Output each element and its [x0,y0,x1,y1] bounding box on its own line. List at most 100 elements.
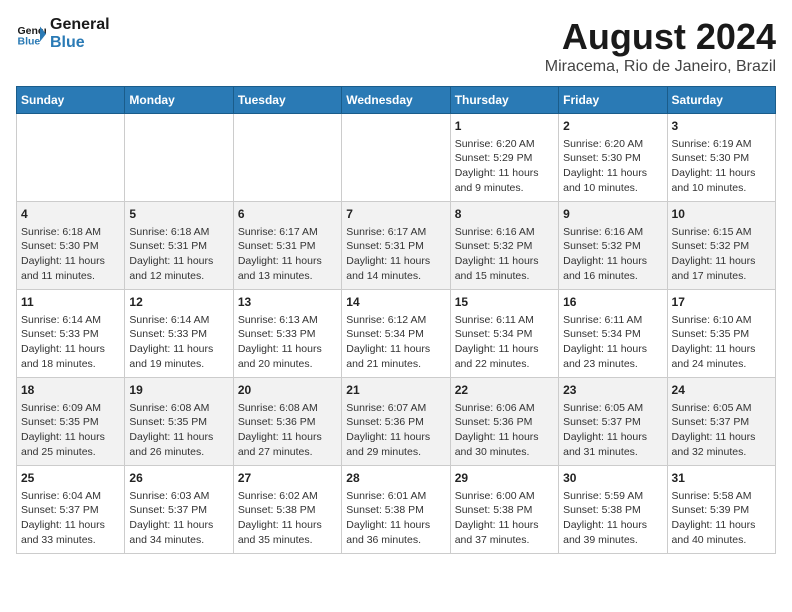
day-info: Sunrise: 6:09 AM Sunset: 5:35 PM Dayligh… [21,401,120,460]
day-cell: 28 Sunrise: 6:01 AM Sunset: 5:38 PM Dayli… [342,466,450,554]
day-cell: 7 Sunrise: 6:17 AM Sunset: 5:31 PM Daylig… [342,202,450,290]
day-cell: 12Sunrise: 6:14 AM Sunset: 5:33 PM Dayli… [125,290,233,378]
day-number: 17 [672,294,771,311]
day-cell [233,114,341,202]
day-cell: 6 Sunrise: 6:17 AM Sunset: 5:31 PM Daylig… [233,202,341,290]
day-cell: 16 Sunrise: 6:11 AM Sunset: 5:34 PM Dayli… [559,290,667,378]
week-row-0: 1Sunrise: 6:20 AM Sunset: 5:29 PM Daylig… [17,114,776,202]
day-cell: 19 Sunrise: 6:08 AM Sunset: 5:35 PM Dayli… [125,378,233,466]
day-cell: 27 Sunrise: 6:02 AM Sunset: 5:38 PM Dayli… [233,466,341,554]
day-cell: 11 Sunrise: 6:14 AM Sunset: 5:33 PM Dayli… [17,290,125,378]
week-row-1: 4 Sunrise: 6:18 AM Sunset: 5:30 PM Daylig… [17,202,776,290]
day-number: 20 [238,382,337,399]
day-info: Sunrise: 6:14 AM Sunset: 5:33 PM Dayligh… [129,313,228,372]
month-title: August 2024 [545,16,776,58]
day-info: Sunrise: 6:06 AM Sunset: 5:36 PM Dayligh… [455,401,554,460]
day-number: 8 [455,206,554,223]
day-info: Sunrise: 6:11 AM Sunset: 5:34 PM Dayligh… [563,313,662,372]
day-cell: 14Sunrise: 6:12 AM Sunset: 5:34 PM Dayli… [342,290,450,378]
weekday-header-row: SundayMondayTuesdayWednesdayThursdayFrid… [17,87,776,114]
day-info: Sunrise: 6:01 AM Sunset: 5:38 PM Dayligh… [346,489,445,548]
day-info: Sunrise: 6:05 AM Sunset: 5:37 PM Dayligh… [672,401,771,460]
weekday-thursday: Thursday [450,87,558,114]
day-info: Sunrise: 6:17 AM Sunset: 5:31 PM Dayligh… [346,225,445,284]
day-number: 5 [129,206,228,223]
weekday-sunday: Sunday [17,87,125,114]
day-number: 23 [563,382,662,399]
day-cell: 20 Sunrise: 6:08 AM Sunset: 5:36 PM Dayli… [233,378,341,466]
week-row-3: 18 Sunrise: 6:09 AM Sunset: 5:35 PM Dayli… [17,378,776,466]
day-number: 7 [346,206,445,223]
day-info: Sunrise: 6:13 AM Sunset: 5:33 PM Dayligh… [238,313,337,372]
day-cell: 23 Sunrise: 6:05 AM Sunset: 5:37 PM Dayli… [559,378,667,466]
day-info: Sunrise: 6:10 AM Sunset: 5:35 PM Dayligh… [672,313,771,372]
logo-icon: General Blue [16,19,46,49]
day-number: 25 [21,470,120,487]
day-cell: 5 Sunrise: 6:18 AM Sunset: 5:31 PM Daylig… [125,202,233,290]
day-cell: 8Sunrise: 6:16 AM Sunset: 5:32 PM Daylig… [450,202,558,290]
day-number: 13 [238,294,337,311]
day-number: 21 [346,382,445,399]
weekday-tuesday: Tuesday [233,87,341,114]
day-info: Sunrise: 6:00 AM Sunset: 5:38 PM Dayligh… [455,489,554,548]
day-cell: 2Sunrise: 6:20 AM Sunset: 5:30 PM Daylig… [559,114,667,202]
logo: General Blue General Blue [16,16,110,52]
day-info: Sunrise: 6:20 AM Sunset: 5:30 PM Dayligh… [563,137,662,196]
day-info: Sunrise: 6:08 AM Sunset: 5:35 PM Dayligh… [129,401,228,460]
day-info: Sunrise: 6:16 AM Sunset: 5:32 PM Dayligh… [563,225,662,284]
day-info: Sunrise: 6:02 AM Sunset: 5:38 PM Dayligh… [238,489,337,548]
week-row-4: 25 Sunrise: 6:04 AM Sunset: 5:37 PM Dayli… [17,466,776,554]
day-number: 4 [21,206,120,223]
day-number: 28 [346,470,445,487]
svg-text:Blue: Blue [18,36,41,48]
day-number: 18 [21,382,120,399]
weekday-saturday: Saturday [667,87,775,114]
day-cell: 9 Sunrise: 6:16 AM Sunset: 5:32 PM Daylig… [559,202,667,290]
day-number: 30 [563,470,662,487]
weekday-friday: Friday [559,87,667,114]
day-cell [17,114,125,202]
weekday-monday: Monday [125,87,233,114]
day-cell: 4 Sunrise: 6:18 AM Sunset: 5:30 PM Daylig… [17,202,125,290]
day-info: Sunrise: 5:58 AM Sunset: 5:39 PM Dayligh… [672,489,771,548]
day-info: Sunrise: 6:14 AM Sunset: 5:33 PM Dayligh… [21,313,120,372]
day-cell: 15Sunrise: 6:11 AM Sunset: 5:34 PM Dayli… [450,290,558,378]
day-info: Sunrise: 6:04 AM Sunset: 5:37 PM Dayligh… [21,489,120,548]
location: Miracema, Rio de Janeiro, Brazil [545,58,776,76]
day-info: Sunrise: 6:08 AM Sunset: 5:36 PM Dayligh… [238,401,337,460]
day-info: Sunrise: 6:18 AM Sunset: 5:30 PM Dayligh… [21,225,120,284]
day-cell: 31 Sunrise: 5:58 AM Sunset: 5:39 PM Dayli… [667,466,775,554]
title-block: August 2024 Miracema, Rio de Janeiro, Br… [545,16,776,76]
logo-blue: Blue [50,34,110,52]
day-info: Sunrise: 6:03 AM Sunset: 5:37 PM Dayligh… [129,489,228,548]
day-info: Sunrise: 6:15 AM Sunset: 5:32 PM Dayligh… [672,225,771,284]
day-number: 16 [563,294,662,311]
day-info: Sunrise: 6:05 AM Sunset: 5:37 PM Dayligh… [563,401,662,460]
page-header: General Blue General Blue August 2024 Mi… [16,16,776,76]
day-number: 11 [21,294,120,311]
day-number: 19 [129,382,228,399]
day-info: Sunrise: 6:07 AM Sunset: 5:36 PM Dayligh… [346,401,445,460]
day-info: Sunrise: 6:11 AM Sunset: 5:34 PM Dayligh… [455,313,554,372]
day-cell: 13 Sunrise: 6:13 AM Sunset: 5:33 PM Dayli… [233,290,341,378]
day-cell: 24Sunrise: 6:05 AM Sunset: 5:37 PM Dayli… [667,378,775,466]
day-cell: 17 Sunrise: 6:10 AM Sunset: 5:35 PM Dayli… [667,290,775,378]
day-cell: 30Sunrise: 5:59 AM Sunset: 5:38 PM Dayli… [559,466,667,554]
day-info: Sunrise: 6:19 AM Sunset: 5:30 PM Dayligh… [672,137,771,196]
calendar-table: SundayMondayTuesdayWednesdayThursdayFrid… [16,86,776,554]
day-cell [342,114,450,202]
day-number: 22 [455,382,554,399]
week-row-2: 11 Sunrise: 6:14 AM Sunset: 5:33 PM Dayli… [17,290,776,378]
day-info: Sunrise: 6:18 AM Sunset: 5:31 PM Dayligh… [129,225,228,284]
day-info: Sunrise: 6:17 AM Sunset: 5:31 PM Dayligh… [238,225,337,284]
day-cell: 25 Sunrise: 6:04 AM Sunset: 5:37 PM Dayli… [17,466,125,554]
day-cell: 10Sunrise: 6:15 AM Sunset: 5:32 PM Dayli… [667,202,775,290]
day-number: 6 [238,206,337,223]
day-number: 9 [563,206,662,223]
day-cell: 22 Sunrise: 6:06 AM Sunset: 5:36 PM Dayli… [450,378,558,466]
day-number: 27 [238,470,337,487]
logo-general: General [50,16,110,34]
day-number: 29 [455,470,554,487]
day-info: Sunrise: 6:12 AM Sunset: 5:34 PM Dayligh… [346,313,445,372]
day-number: 31 [672,470,771,487]
